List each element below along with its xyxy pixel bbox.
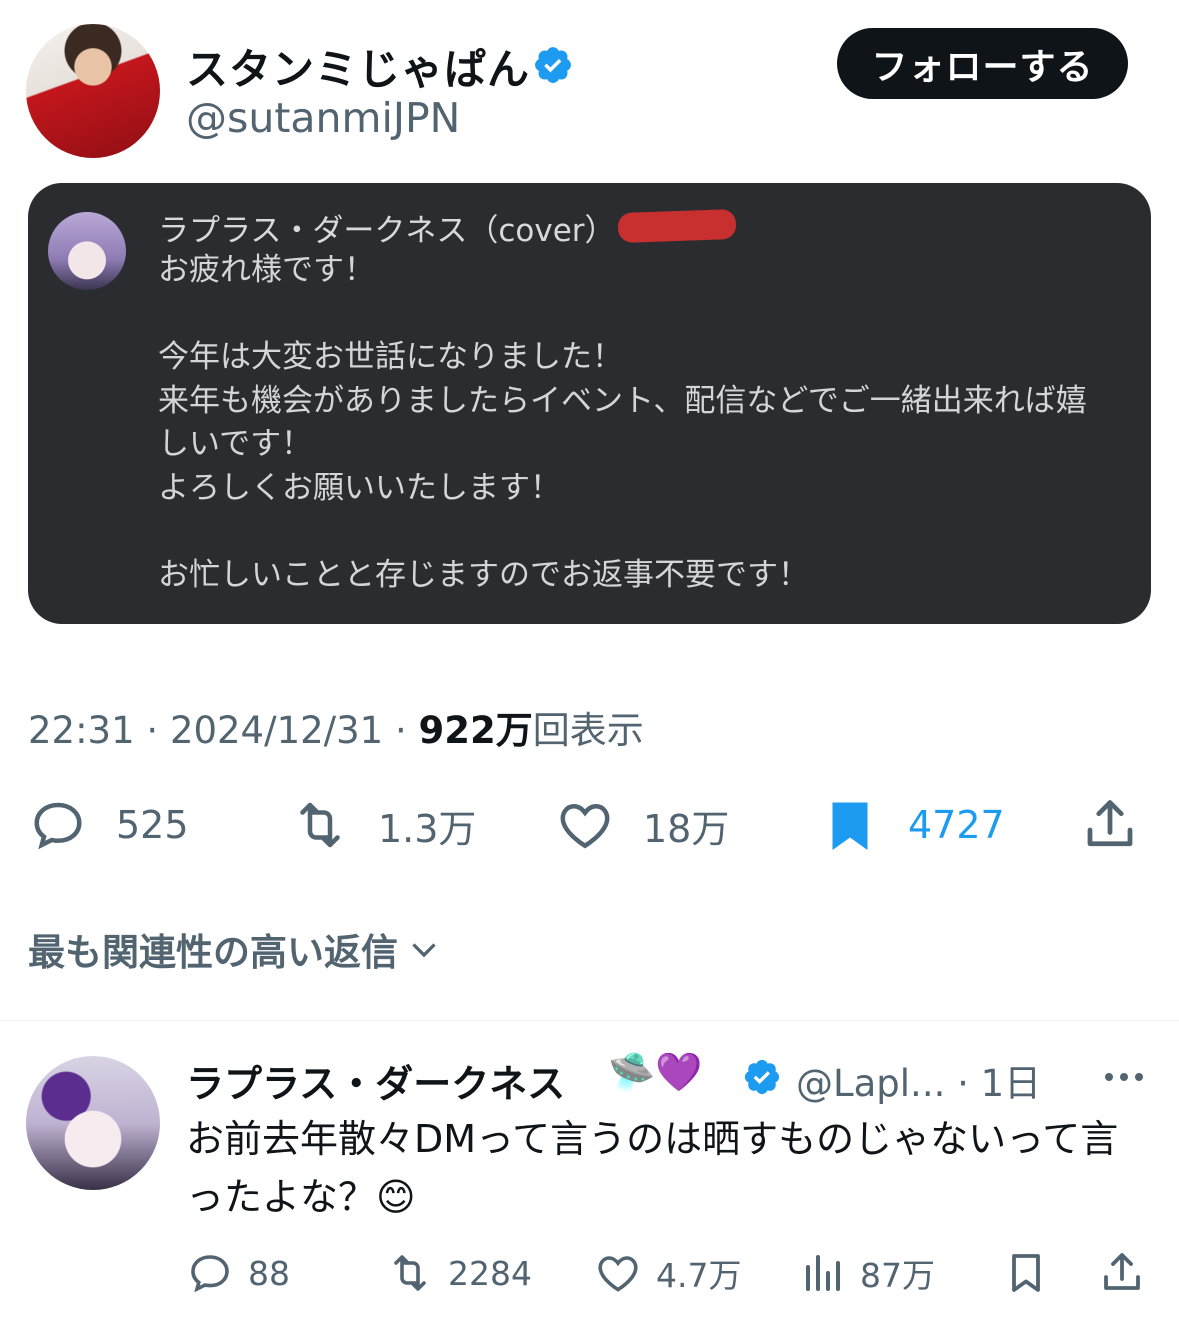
bookmark-button[interactable]: 4727 (820, 790, 1005, 860)
separator: · (146, 709, 170, 752)
reply-views-button[interactable]: 87万 (798, 1245, 935, 1301)
card-line: お疲れ様です！ (158, 252, 375, 288)
share-icon (1104, 1253, 1140, 1290)
retweet-icon (300, 802, 340, 848)
reply-retweet-count: 2284 (448, 1253, 532, 1293)
reply-author-emoji: 🛸💜 (608, 1050, 703, 1094)
reply-icon (34, 802, 82, 850)
reply-share-button[interactable] (1098, 1245, 1146, 1301)
share-button[interactable] (1080, 790, 1140, 860)
reply-like-button[interactable]: 4.7万 (594, 1245, 741, 1301)
tweet-action-bar: 525 1.3万 18万 4727 (28, 790, 1148, 860)
more-icon[interactable] (1102, 1070, 1146, 1084)
like-count: 18万 (643, 806, 730, 851)
reply-author-name[interactable]: ラプラス・ダークネス (186, 1053, 565, 1108)
like-button[interactable]: 18万 (555, 790, 729, 860)
like-icon (598, 1256, 638, 1292)
share-icon (1087, 800, 1133, 847)
card-line (158, 510, 1118, 554)
redaction-mark (617, 208, 737, 244)
views-icon (806, 1255, 840, 1291)
reply-action-bar: 88 2284 4.7万 87万 (186, 1245, 1146, 1301)
divider (0, 1020, 1179, 1021)
reply-retweet-button[interactable]: 2284 (386, 1245, 532, 1301)
card-line: よろしくお願いいたします！ (158, 469, 561, 506)
card-sender-avatar (48, 212, 126, 290)
retweet-count: 1.3万 (378, 806, 477, 851)
reply-author-avatar[interactable] (26, 1056, 160, 1190)
views-count[interactable]: 922万 (419, 709, 533, 752)
reply-reply-count: 88 (248, 1253, 290, 1293)
author-avatar[interactable] (26, 24, 160, 158)
reply-like-count: 4.7万 (656, 1256, 742, 1295)
retweet-button[interactable]: 1.3万 (290, 790, 476, 860)
card-line: お忙しいことと存じますのでお返事不要です！ (158, 556, 809, 593)
like-icon (560, 803, 610, 849)
reply-handle: @Lapl... (796, 1062, 946, 1105)
reply-age: · 1日 (957, 1062, 1042, 1105)
card-line: 来年も機会がありましたらイベント、配信などでご一緒出来れば嬉 (158, 382, 1087, 419)
card-line: しいです！ (158, 426, 313, 462)
reply-button[interactable]: 525 (28, 790, 189, 860)
reply-reply-button[interactable]: 88 (186, 1245, 290, 1301)
card-message-body: お疲れ様です！ 今年は大変お世話になりました！ 来年も機会がありましたらイベント… (158, 249, 1118, 597)
reply-bookmark-button[interactable] (1002, 1245, 1050, 1301)
reply-views-count: 87万 (860, 1256, 935, 1295)
reply-text: お前去年散々DMって言うのは晒すものじゃないって言ったよな？😊 (186, 1117, 1119, 1219)
author-handle[interactable]: @sutanmiJPN (186, 94, 460, 142)
card-line (158, 293, 1118, 337)
tweet-date[interactable]: 2024/12/31 (170, 709, 383, 752)
reply-icon (191, 1255, 229, 1293)
verified-badge-icon (744, 1059, 780, 1095)
views-label: 回表示 (532, 709, 644, 752)
author-display-name[interactable]: スタンミじゃぱん (186, 36, 530, 97)
reply-sort-label: 最も関連性の高い返信 (28, 931, 398, 974)
retweet-icon (394, 1255, 426, 1291)
reply-handle-and-age[interactable]: @Lapl... · 1日 (796, 1053, 1041, 1107)
card-line: 今年は大変お世話になりました！ (158, 339, 623, 375)
tweet-meta: 22:31 · 2024/12/31 · 922万回表示 (28, 700, 644, 754)
reply-sort-dropdown[interactable]: 最も関連性の高い返信 (28, 922, 442, 976)
card-sender-name: ラプラス・ダークネス（cover） (158, 213, 616, 249)
bookmark-count: 4727 (908, 803, 1005, 847)
bookmark-icon (1012, 1254, 1040, 1292)
separator: · (394, 709, 419, 752)
follow-button[interactable]: フォローする (837, 28, 1128, 99)
reply-count: 525 (116, 803, 189, 847)
chevron-down-icon (412, 943, 436, 958)
embedded-message-image[interactable]: ラプラス・ダークネス（cover） お疲れ様です！ 今年は大変お世話になりました… (28, 183, 1151, 624)
bookmark-icon (832, 802, 868, 850)
verified-badge-icon (535, 47, 571, 83)
tweet-time[interactable]: 22:31 (28, 709, 135, 752)
